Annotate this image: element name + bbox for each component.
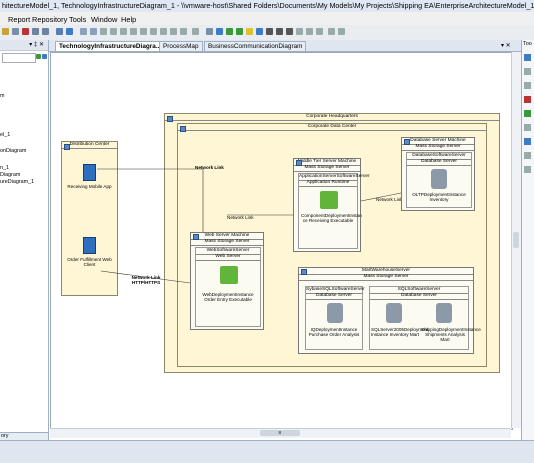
tab-process-map[interactable]: ProcessMap — [159, 41, 203, 51]
space-icon[interactable] — [180, 28, 187, 35]
menu-window[interactable]: Window — [91, 15, 117, 24]
save-icon[interactable] — [12, 28, 19, 35]
align-top-icon[interactable] — [130, 28, 137, 35]
tab-business-communication[interactable]: BusinessCommunicationDiagram — [204, 41, 307, 51]
format-painter-icon[interactable] — [338, 28, 345, 35]
align-bottom-icon[interactable] — [150, 28, 157, 35]
format-icon[interactable] — [328, 28, 335, 35]
model-explorer-panel — [0, 40, 49, 440]
shadow-icon[interactable] — [316, 28, 323, 35]
frame-icon[interactable] — [206, 28, 213, 35]
zoom-icon[interactable] — [56, 28, 63, 35]
vertical-scroll-thumb[interactable] — [513, 232, 519, 248]
panel-controls[interactable]: ▾ ‡ ✕ — [29, 41, 44, 48]
menu-tools[interactable]: Tools — [69, 15, 86, 24]
open-icon[interactable] — [2, 28, 9, 35]
toolbox-item-icon[interactable] — [524, 166, 531, 173]
fill-color-icon[interactable] — [256, 28, 263, 35]
toolbox-item-icon[interactable] — [524, 96, 531, 103]
explorer-item[interactable]: onDiagram — [0, 148, 26, 154]
toolbox-item-icon[interactable] — [524, 110, 531, 117]
tab-technology-infrastructure[interactable]: TechnologyInfrastructureDiagra... — [55, 41, 166, 51]
diagram-canvas[interactable]: Corporate Headquarters Corporate Data Ce… — [50, 52, 513, 430]
filter-icon[interactable] — [42, 54, 47, 59]
explorer-item[interactable]: ureDiagram_1 — [0, 179, 34, 185]
toolbox-item-icon[interactable] — [524, 54, 531, 61]
menu-help[interactable]: Help — [121, 15, 136, 24]
bold-icon[interactable] — [266, 28, 273, 35]
menu-repository[interactable]: Repository — [32, 15, 67, 24]
align-left-icon[interactable] — [100, 28, 107, 35]
link-client-to-web — [100, 270, 191, 284]
vertical-scrollbar[interactable] — [511, 52, 521, 428]
grid-icon[interactable] — [80, 28, 87, 35]
link-midtier-to-db — [360, 192, 402, 202]
horizontal-scroll-thumb[interactable]: ≡ — [260, 430, 300, 436]
toolbox-item-icon[interactable] — [524, 82, 531, 89]
link-receiving-to-midtier — [97, 168, 204, 232]
highlight-icon[interactable] — [246, 28, 253, 35]
align-right-icon[interactable] — [120, 28, 127, 35]
explorer-item[interactable]: m — [0, 93, 5, 99]
menu-report[interactable]: Report — [8, 15, 30, 24]
align-middle-icon[interactable] — [140, 28, 147, 35]
horizontal-scrollbar[interactable]: ≡ — [50, 428, 511, 438]
connectors-layer — [97, 168, 402, 284]
size-icon[interactable] — [170, 28, 177, 35]
toolbox-item-icon[interactable] — [524, 138, 531, 145]
text-align-icon[interactable] — [296, 28, 303, 35]
distribute-icon[interactable] — [160, 28, 167, 35]
window-title: hitectureModel_1, TechnologyInfrastructu… — [2, 1, 534, 10]
align-center-icon[interactable] — [110, 28, 117, 35]
explorer-item[interactable]: Diagram — [0, 172, 20, 178]
toolbox-panel: Too — [521, 40, 534, 440]
explorer-item[interactable]: n_1 — [0, 165, 9, 171]
undo-icon[interactable] — [32, 28, 39, 35]
delete-icon[interactable] — [22, 28, 29, 35]
status-bar — [0, 440, 534, 463]
model-explorer-header: ▾ ‡ ✕ — [0, 40, 48, 51]
toolbox-item-icon[interactable] — [524, 68, 531, 75]
toolbox-item-icon[interactable] — [524, 152, 531, 159]
explorer-search-input[interactable] — [2, 53, 36, 63]
toolbox-item-icon[interactable] — [524, 124, 531, 131]
border-icon[interactable] — [306, 28, 313, 35]
toolbox-title: Too — [523, 41, 532, 47]
explorer-item[interactable]: el_1 — [0, 132, 10, 138]
layout-icon[interactable] — [90, 28, 97, 35]
tab-menu-icon[interactable]: ▾ ✕ — [501, 42, 511, 49]
italic-icon[interactable] — [276, 28, 283, 35]
refresh-icon[interactable] — [36, 54, 41, 59]
font-color-icon[interactable] — [236, 28, 243, 35]
connector-icon[interactable] — [226, 28, 233, 35]
order-icon[interactable] — [192, 28, 199, 35]
redo-icon[interactable] — [42, 28, 49, 35]
underline-icon[interactable] — [286, 28, 293, 35]
line-icon[interactable] — [216, 28, 223, 35]
select-icon[interactable] — [66, 28, 73, 35]
